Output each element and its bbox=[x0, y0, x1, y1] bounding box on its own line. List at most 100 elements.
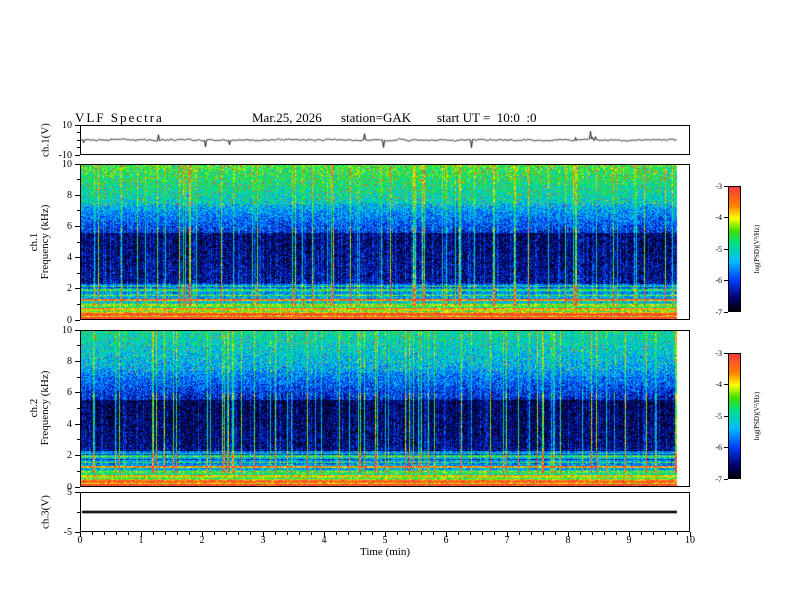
y-minor-tick-mark bbox=[77, 303, 80, 305]
colorbar-tick-mark bbox=[724, 185, 728, 187]
x-minor-tick-mark bbox=[128, 532, 130, 535]
colorbar-tick-mark bbox=[724, 217, 728, 218]
x-minor-tick-mark bbox=[335, 532, 337, 535]
x-minor-tick-mark bbox=[543, 532, 545, 535]
x-minor-tick-mark bbox=[518, 532, 520, 535]
x-minor-tick-mark bbox=[103, 532, 105, 535]
y-minor-tick-mark bbox=[77, 439, 80, 441]
y-tick-label: 5 bbox=[67, 486, 72, 498]
colorbar-tick-label: -7 bbox=[715, 474, 722, 484]
x-minor-tick-mark bbox=[469, 532, 471, 535]
vlf-spectra-figure: VLF Spectra Mar.25, 2026 station=GAK sta… bbox=[0, 0, 792, 612]
x-minor-tick-mark bbox=[482, 532, 484, 535]
y-tick-label: 4 bbox=[67, 252, 72, 264]
y-minor-tick-mark bbox=[77, 210, 80, 212]
x-minor-tick-mark bbox=[457, 532, 459, 535]
y-tick-label: 6 bbox=[67, 387, 72, 399]
colorbar-tick-label: -6 bbox=[715, 443, 722, 452]
colorbar-tick-mark bbox=[724, 415, 728, 417]
x-tick-label: 3 bbox=[260, 535, 266, 546]
y-tick-mark bbox=[75, 163, 80, 165]
x-tick-label: 9 bbox=[626, 535, 632, 546]
y-tick-label: 2 bbox=[67, 283, 72, 295]
y-tick-mark bbox=[75, 486, 80, 488]
axis-ticks-layer: 10 -10 10 8 6 4 2 0 10 8 6 4 2 0 5 -5 0 1 2 3 4 5 6 7 8 9 10 -3 -4 -5… bbox=[0, 0, 792, 612]
y-tick-mark bbox=[75, 423, 80, 425]
colorbar-tick-label: -5 bbox=[715, 244, 722, 254]
x-minor-tick-mark bbox=[116, 532, 118, 535]
colorbar-tick-label: -3 bbox=[715, 348, 722, 358]
x-tick-label: 2 bbox=[199, 535, 205, 546]
y-tick-mark bbox=[75, 319, 80, 321]
x-minor-tick-mark bbox=[494, 532, 496, 535]
y-minor-tick-mark bbox=[77, 408, 80, 409]
colorbar-tick-label: -6 bbox=[715, 276, 722, 285]
x-minor-tick-mark bbox=[421, 532, 423, 535]
x-minor-tick-mark bbox=[286, 532, 288, 535]
x-minor-tick-mark bbox=[164, 532, 166, 535]
y-tick-label: 6 bbox=[67, 220, 72, 232]
x-minor-tick-mark bbox=[152, 532, 154, 535]
colorbar-tick-label: -3 bbox=[715, 181, 722, 191]
y-tick-label: 10 bbox=[62, 119, 72, 131]
x-minor-tick-mark bbox=[91, 532, 93, 535]
x-tick-label: 0 bbox=[77, 535, 83, 546]
colorbar-tick-mark bbox=[724, 447, 728, 448]
x-minor-tick-mark bbox=[299, 532, 301, 535]
x-minor-tick-mark bbox=[408, 532, 410, 535]
y-minor-tick-mark bbox=[77, 147, 80, 148]
colorbar-tick-mark bbox=[724, 311, 728, 313]
x-minor-tick-mark bbox=[604, 532, 606, 535]
y-tick-mark bbox=[75, 392, 80, 394]
x-tick-label: 8 bbox=[565, 535, 571, 546]
x-minor-tick-mark bbox=[591, 532, 593, 535]
x-minor-tick-mark bbox=[665, 532, 667, 535]
x-minor-tick-mark bbox=[396, 532, 398, 535]
x-minor-tick-mark bbox=[311, 532, 313, 535]
y-tick-mark bbox=[75, 194, 80, 196]
colorbar-tick-mark bbox=[724, 384, 728, 385]
x-minor-tick-mark bbox=[347, 532, 349, 535]
y-minor-tick-mark bbox=[77, 132, 80, 133]
x-tick-label: 1 bbox=[138, 535, 144, 546]
x-tick-label: 6 bbox=[443, 535, 449, 546]
x-minor-tick-mark bbox=[372, 532, 374, 535]
x-minor-tick-mark bbox=[189, 532, 191, 535]
y-minor-tick-mark bbox=[77, 139, 80, 141]
x-minor-tick-mark bbox=[274, 532, 276, 535]
x-minor-tick-mark bbox=[213, 532, 215, 535]
y-tick-mark bbox=[75, 288, 80, 290]
colorbar-tick-label: -4 bbox=[715, 213, 722, 222]
y-tick-label: 2 bbox=[67, 450, 72, 462]
x-minor-tick-mark bbox=[250, 532, 252, 535]
x-tick-label: 5 bbox=[382, 535, 388, 546]
y-tick-label: 4 bbox=[67, 418, 72, 430]
y-tick-label: 10 bbox=[62, 158, 72, 170]
x-minor-tick-mark bbox=[177, 532, 179, 535]
x-tick-label: 10 bbox=[685, 535, 695, 546]
x-minor-tick-mark bbox=[579, 532, 581, 535]
y-minor-tick-mark bbox=[77, 241, 80, 243]
x-minor-tick-mark bbox=[530, 532, 532, 535]
x-minor-tick-mark bbox=[555, 532, 557, 535]
y-tick-mark bbox=[75, 360, 80, 362]
colorbar-tick-label: -4 bbox=[715, 380, 722, 389]
y-minor-tick-mark bbox=[77, 272, 80, 274]
y-tick-mark bbox=[75, 124, 80, 126]
y-tick-mark bbox=[75, 225, 80, 227]
y-minor-tick-mark bbox=[77, 376, 80, 378]
x-minor-tick-mark bbox=[360, 532, 362, 535]
x-minor-tick-mark bbox=[652, 532, 654, 535]
y-tick-mark bbox=[75, 455, 80, 457]
colorbar-tick-mark bbox=[724, 478, 728, 480]
y-tick-mark bbox=[75, 154, 80, 156]
x-minor-tick-mark bbox=[225, 532, 227, 535]
x-minor-tick-mark bbox=[640, 532, 642, 535]
colorbar-tick-mark bbox=[724, 248, 728, 250]
y-minor-tick-mark bbox=[77, 345, 80, 347]
x-tick-label: 7 bbox=[504, 535, 510, 546]
y-tick-mark bbox=[75, 329, 80, 331]
y-tick-label: 8 bbox=[67, 189, 72, 201]
x-minor-tick-mark bbox=[238, 532, 240, 535]
y-tick-label: 8 bbox=[67, 355, 72, 367]
